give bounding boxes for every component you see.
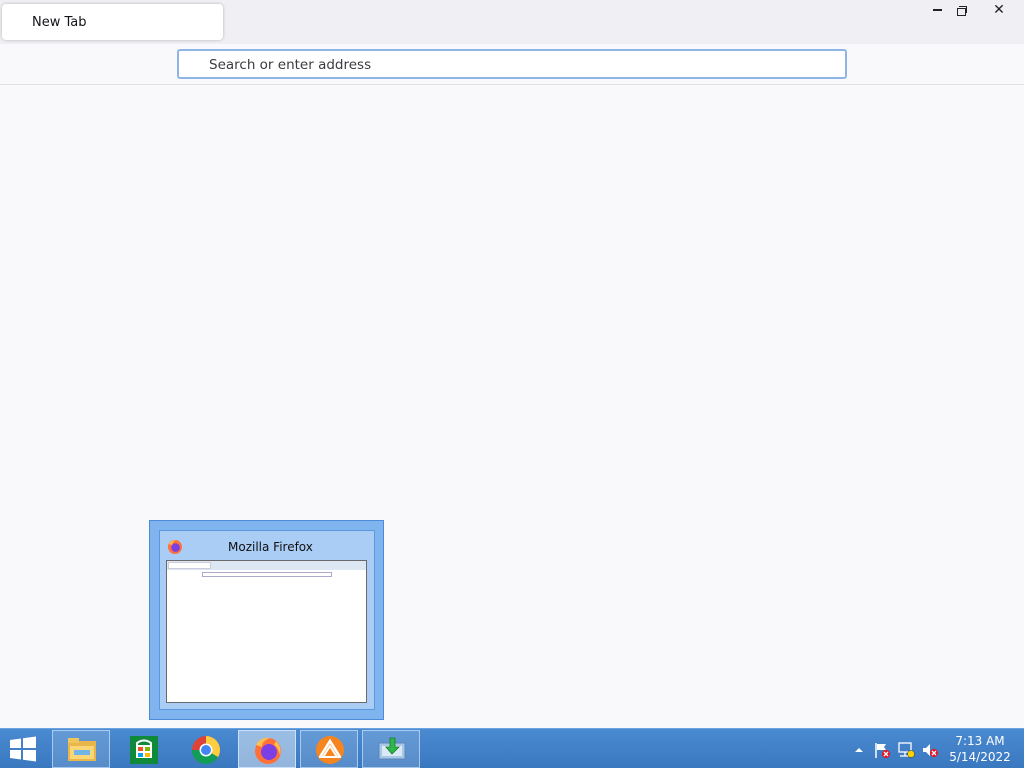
taskbar-thumbnail-preview[interactable]: Mozilla Firefox: [149, 520, 384, 720]
fan-app-icon: [316, 736, 344, 764]
thumbnail-tab: [168, 562, 211, 569]
thumbnail-tabbar: [167, 561, 366, 570]
chrome-icon: [192, 736, 220, 764]
address-bar[interactable]: [177, 49, 847, 79]
installer-icon: [378, 737, 406, 760]
folder-icon: [68, 738, 96, 761]
preview-frame: Mozilla Firefox: [159, 530, 375, 710]
taskbar-store[interactable]: [114, 730, 172, 768]
preview-thumbnail[interactable]: [166, 560, 367, 703]
clock-time: 7:13 AM: [955, 734, 1005, 748]
up-arrow-icon[interactable]: [850, 741, 868, 759]
restore-icon: [957, 5, 967, 16]
taskbar-installer[interactable]: [362, 730, 420, 768]
minimize-icon: [932, 9, 942, 11]
network-icon[interactable]: [897, 741, 915, 759]
volume-muted-icon[interactable]: [921, 741, 939, 759]
preview-title: Mozilla Firefox: [228, 540, 313, 554]
navigation-toolbar: [0, 44, 1024, 85]
taskbar: 7:13 AM 5/14/2022: [0, 728, 1024, 768]
firefox-icon: [255, 737, 281, 764]
taskbar-firefox[interactable]: [238, 730, 296, 768]
taskbar-chrome[interactable]: [176, 730, 234, 768]
tab-new-tab[interactable]: New Tab: [2, 4, 223, 40]
tab-title: New Tab: [32, 15, 87, 30]
close-button[interactable]: ✕: [976, 0, 1022, 22]
store-icon: [130, 736, 158, 764]
clock-date: 5/14/2022: [949, 750, 1011, 764]
windows-start-icon[interactable]: [8, 736, 38, 762]
taskbar-file-explorer[interactable]: [52, 730, 110, 768]
restore-button[interactable]: [947, 0, 977, 22]
tab-strip: New Tab ✕: [0, 0, 1024, 44]
address-input[interactable]: [209, 55, 809, 75]
taskbar-app[interactable]: [300, 730, 358, 768]
action-center-flag-icon[interactable]: [873, 741, 891, 759]
close-icon: ✕: [993, 2, 1005, 18]
thumbnail-urlbar: [202, 572, 332, 577]
firefox-icon: [168, 540, 182, 554]
clock[interactable]: 7:13 AM 5/14/2022: [946, 733, 1014, 765]
